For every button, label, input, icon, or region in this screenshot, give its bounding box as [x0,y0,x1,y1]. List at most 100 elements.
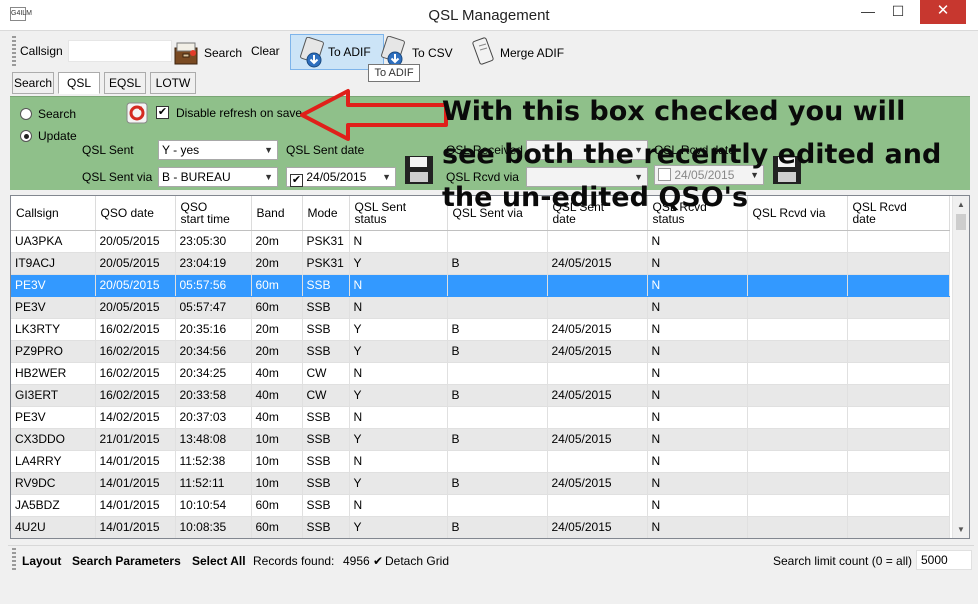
table-cell[interactable] [847,516,950,538]
table-cell[interactable] [547,450,648,473]
grid-column-header[interactable]: QSL Sent status [349,196,448,231]
table-row[interactable]: PE3V 20/05/2015 05:57:56 60m SSB N N [11,274,950,297]
table-cell[interactable]: 11:52:38 [175,450,252,473]
table-cell[interactable]: RV9DC [11,472,96,495]
table-cell[interactable]: PSK31 [302,252,350,275]
detach-grid-toggle[interactable]: Detach Grid [385,554,449,568]
table-cell[interactable]: SSB [302,494,350,517]
table-cell[interactable]: Y [349,252,448,275]
table-cell[interactable] [847,274,950,297]
table-cell[interactable]: 10m [251,450,303,473]
scroll-up-icon[interactable]: ▲ [953,196,969,213]
table-cell[interactable]: B [447,318,548,341]
table-cell[interactable]: 24/05/2015 [547,384,648,407]
table-cell[interactable]: 10:10:54 [175,494,252,517]
table-cell[interactable]: 05:57:47 [175,296,252,319]
grid-column-header[interactable]: QSL Sent date [547,196,648,231]
table-cell[interactable]: B [447,252,548,275]
table-cell[interactable]: N [647,318,748,341]
table-cell[interactable]: 24/05/2015 [547,428,648,451]
table-cell[interactable]: 24/05/2015 [547,340,648,363]
grid-column-header[interactable]: QSL Sent via [447,196,548,231]
statusbar-grip[interactable] [12,548,16,570]
table-cell[interactable]: Y [349,428,448,451]
table-cell[interactable]: 60m [251,494,303,517]
table-cell[interactable] [447,494,548,517]
grid-column-header[interactable]: QSL Rcvd via [747,196,848,231]
table-cell[interactable] [747,362,848,385]
table-cell[interactable]: 20:37:03 [175,406,252,429]
clear-button[interactable]: Clear [251,44,280,58]
table-cell[interactable] [847,494,950,517]
table-cell[interactable]: N [349,406,448,429]
table-cell[interactable]: 11:52:11 [175,472,252,495]
grid-column-header[interactable]: QSO start time [175,196,252,231]
select-all-button[interactable]: Select All [192,554,246,568]
table-cell[interactable]: HB2WER [11,362,96,385]
table-cell[interactable]: 20/05/2015 [95,230,176,253]
table-cell[interactable] [447,406,548,429]
table-cell[interactable]: CX3DDO [11,428,96,451]
table-cell[interactable]: 10m [251,428,303,451]
table-cell[interactable]: SSB [302,274,350,297]
table-cell[interactable]: 14/02/2015 [95,406,176,429]
table-cell[interactable] [847,296,950,319]
table-cell[interactable] [447,362,548,385]
maximize-button[interactable]: ☐ [884,0,912,24]
table-row[interactable]: UA3PKA 20/05/2015 23:05:30 20m PSK31 N N [11,230,950,253]
table-cell[interactable]: N [647,450,748,473]
table-cell[interactable]: 40m [251,406,303,429]
table-cell[interactable] [747,516,848,538]
table-cell[interactable]: CW [302,362,350,385]
table-cell[interactable]: 20:34:25 [175,362,252,385]
table-cell[interactable]: SSB [302,318,350,341]
grid-column-header[interactable]: QSL Rcvd status [647,196,748,231]
table-cell[interactable] [747,494,848,517]
table-cell[interactable]: 10:08:35 [175,516,252,538]
table-cell[interactable]: 14/01/2015 [95,472,176,495]
table-cell[interactable]: 60m [251,516,303,538]
qsl-sent-select[interactable]: Y - yes ▼ [158,140,278,160]
table-cell[interactable]: N [647,494,748,517]
table-cell[interactable]: PSK31 [302,230,350,253]
table-cell[interactable] [447,230,548,253]
search-parameters-button[interactable]: Search Parameters [72,554,181,568]
table-cell[interactable] [747,296,848,319]
mode-update-radio[interactable] [20,130,32,142]
grid-column-header[interactable]: Mode [302,196,350,231]
table-cell[interactable]: 20m [251,252,303,275]
table-cell[interactable]: 20/05/2015 [95,274,176,297]
tab-eqsl[interactable]: EQSL [104,72,146,94]
qsl-sent-via-select[interactable]: B - BUREAU ▼ [158,167,278,187]
table-cell[interactable] [547,362,648,385]
minimize-button[interactable]: — [854,0,882,24]
grid-column-header[interactable]: QSO date [95,196,176,231]
merge-adif-button[interactable]: Merge ADIF [468,34,568,70]
table-cell[interactable]: LA4RRY [11,450,96,473]
table-cell[interactable] [447,296,548,319]
table-cell[interactable]: 20m [251,318,303,341]
table-cell[interactable]: Y [349,472,448,495]
table-cell[interactable]: PE3V [11,406,96,429]
table-cell[interactable] [847,406,950,429]
table-cell[interactable]: 16/02/2015 [95,318,176,341]
table-cell[interactable]: N [349,494,448,517]
table-cell[interactable] [747,428,848,451]
table-cell[interactable]: JA5BDZ [11,494,96,517]
table-cell[interactable]: PE3V [11,274,96,297]
scroll-thumb[interactable] [956,214,966,230]
table-cell[interactable]: N [647,296,748,319]
table-cell[interactable]: N [647,384,748,407]
table-cell[interactable]: 23:04:19 [175,252,252,275]
table-cell[interactable] [747,252,848,275]
search-limit-input[interactable]: 5000 [916,550,972,570]
table-cell[interactable]: SSB [302,340,350,363]
layout-button[interactable]: Layout [22,554,61,568]
table-row[interactable]: PE3V 20/05/2015 05:57:47 60m SSB N N [11,296,950,319]
qsl-sent-date-picker[interactable]: ✔ 24/05/2015 ▼ [286,167,396,187]
table-cell[interactable] [747,230,848,253]
tab-lotw[interactable]: LOTW [150,72,196,94]
table-cell[interactable] [847,384,950,407]
scroll-down-icon[interactable]: ▼ [953,521,969,538]
table-row[interactable]: IT9ACJ 20/05/2015 23:04:19 20m PSK31 Y B 24/05/… [11,252,950,275]
